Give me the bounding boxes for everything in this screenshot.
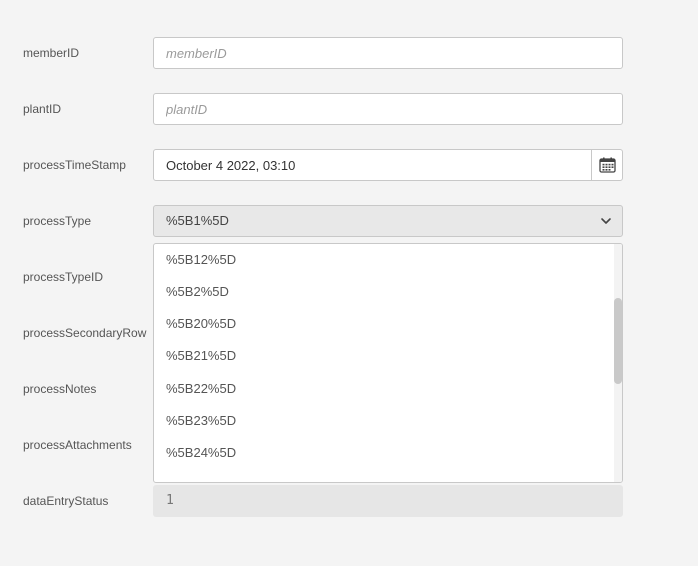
member-id-input[interactable] [154, 38, 622, 68]
data-entry-status-label: dataEntryStatus [23, 494, 109, 508]
form-row-process-timestamp: processTimeStamp [0, 149, 698, 181]
plant-id-field-wrapper [153, 93, 623, 125]
member-id-label: memberID [23, 46, 80, 60]
calendar-icon [598, 157, 616, 173]
process-timestamp-label: processTimeStamp [23, 158, 126, 172]
dropdown-option[interactable]: %5B22%5D [154, 373, 614, 405]
process-type-select[interactable]: %5B1%5D [153, 205, 623, 237]
dropdown-scrollbar-thumb[interactable] [614, 298, 622, 384]
process-timestamp-field-wrapper [153, 149, 623, 181]
dropdown-option[interactable]: %5B2%5D [154, 276, 614, 308]
form-row-member-id: memberID [0, 37, 698, 69]
process-type-selected-value: %5B1%5D [166, 213, 229, 228]
plant-id-label: plantID [23, 102, 62, 116]
dropdown-option[interactable]: %5B24%5D [154, 437, 614, 469]
member-id-field-wrapper [153, 37, 623, 69]
chevron-down-icon [601, 218, 611, 224]
process-secondary-row-label: processSecondaryRow [23, 326, 147, 340]
process-notes-label: processNotes [23, 382, 97, 396]
process-attachments-label: processAttachments [23, 438, 132, 452]
dropdown-scrollbar-track[interactable] [614, 244, 622, 482]
plant-id-input[interactable] [154, 94, 622, 124]
process-type-label: processType [23, 214, 92, 228]
process-type-dropdown-list: %5B12%5D %5B2%5D %5B20%5D %5B21%5D %5B22… [153, 243, 623, 483]
form-row-process-type: processType %5B1%5D [0, 205, 698, 237]
record-form: memberID plantID processTimeStamp [0, 0, 698, 566]
process-timestamp-input[interactable] [154, 150, 592, 180]
process-type-id-label: processTypeID [23, 270, 104, 284]
dropdown-option[interactable]: %5B12%5D [154, 244, 614, 276]
form-row-plant-id: plantID [0, 93, 698, 125]
data-entry-status-field: 1 [153, 485, 623, 517]
dropdown-option[interactable]: %5B23%5D [154, 405, 614, 437]
form-row-data-entry-status: dataEntryStatus 1 [0, 485, 698, 517]
data-entry-status-value: 1 [166, 493, 174, 508]
dropdown-option[interactable]: %5B21%5D [154, 340, 614, 372]
dropdown-option[interactable]: %5B20%5D [154, 308, 614, 340]
calendar-button[interactable] [591, 150, 622, 180]
